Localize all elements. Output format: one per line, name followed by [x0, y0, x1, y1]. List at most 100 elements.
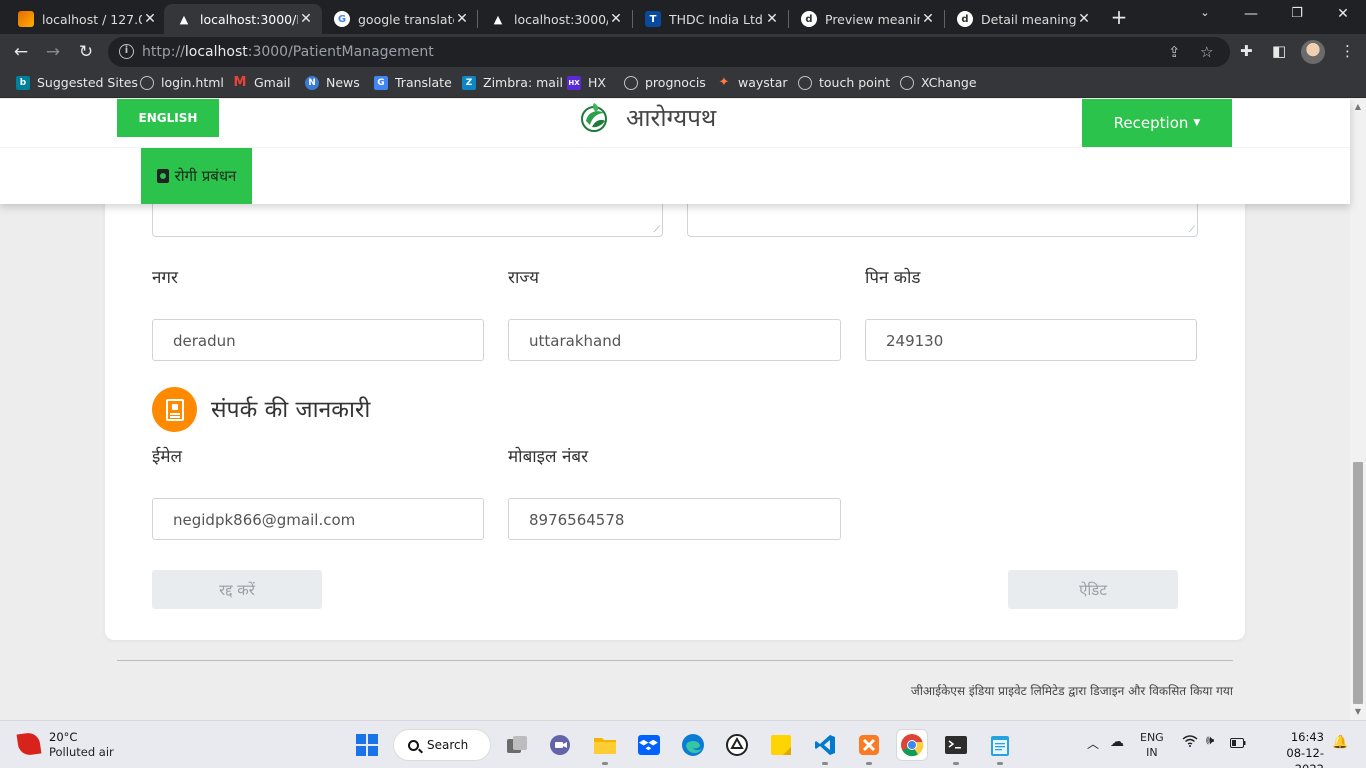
task-view-icon — [507, 736, 527, 753]
terminal-button[interactable] — [941, 730, 971, 765]
share-icon[interactable]: ⇪ — [1168, 43, 1181, 61]
back-icon[interactable]: ← — [10, 41, 32, 63]
browser-tab[interactable]: G google translate ✕ — [322, 4, 478, 34]
city-input[interactable]: deradun — [152, 319, 484, 361]
side-panel-icon[interactable]: ◧ — [1272, 42, 1286, 60]
start-button[interactable] — [352, 730, 382, 760]
weather-cloud-icon[interactable]: ☁ — [1110, 734, 1124, 750]
battery-icon[interactable] — [1230, 737, 1246, 751]
bookmark-prognocis[interactable]: prognocis — [624, 75, 706, 90]
pin-code-input[interactable]: 249130 — [865, 319, 1197, 361]
speaker-icon[interactable]: 🕪 — [1206, 733, 1214, 748]
state-input[interactable]: uttarakhand — [508, 319, 841, 361]
bookmark-label: HX — [588, 75, 606, 90]
dropbox-button[interactable] — [634, 730, 664, 760]
bookmark-label: prognocis — [645, 75, 706, 90]
app-button[interactable] — [722, 730, 752, 760]
edge-button[interactable] — [678, 730, 708, 760]
bookmark-gmail[interactable]: M Gmail — [233, 75, 291, 90]
scrollbar-thumb[interactable] — [1353, 462, 1363, 704]
tab-title: Detail meaning in — [981, 11, 1076, 27]
close-icon[interactable]: ✕ — [920, 11, 936, 27]
notification-icon[interactable]: 🔔 — [1332, 735, 1348, 750]
app-logo[interactable]: आरोग्यपथ — [578, 99, 716, 135]
bookmark-waystar[interactable]: ✦ waystar — [717, 75, 788, 90]
teams-icon — [550, 735, 570, 755]
bookmark-suggested-sites[interactable]: b Suggested Sites — [16, 75, 138, 90]
file-explorer-button[interactable] — [590, 730, 620, 765]
browser-tab[interactable]: ▲ localhost:3000/Pa ✕ — [478, 4, 632, 34]
chrome-button[interactable] — [897, 730, 927, 760]
bookmark-zimbra[interactable]: Z Zimbra: mail — [462, 75, 563, 90]
close-icon[interactable]: ✕ — [608, 11, 624, 27]
mobile-field[interactable]: 8976564578 — [508, 498, 841, 540]
weather-widget[interactable]: 20°C Polluted air — [16, 730, 114, 759]
close-window-icon[interactable]: ✕ — [1333, 6, 1353, 22]
chevron-up-icon[interactable]: ︿ — [1087, 735, 1099, 752]
bookmark-login[interactable]: login.html — [140, 75, 224, 90]
dropbox-icon — [638, 735, 660, 755]
taskbar-search[interactable]: Search — [393, 729, 491, 761]
close-icon[interactable]: ✕ — [1076, 11, 1092, 27]
email-label: ईमेल — [152, 447, 183, 467]
globe-icon — [624, 75, 638, 90]
xampp-button[interactable] — [854, 730, 884, 765]
profile-avatar[interactable] — [1301, 40, 1325, 64]
close-icon[interactable]: ✕ — [764, 11, 780, 27]
teams-chat-button[interactable] — [545, 730, 575, 760]
browser-tab[interactable]: d Detail meaning in ✕ — [945, 4, 1100, 34]
system-clock[interactable]: 16:43 08-12-2022 — [1262, 729, 1324, 768]
wifi-icon[interactable] — [1182, 735, 1198, 750]
task-view-button[interactable] — [502, 730, 532, 760]
scroll-down-icon[interactable]: ▼ — [1353, 707, 1363, 717]
mobile-label: मोबाइल नंबर — [508, 447, 589, 467]
windows-taskbar: 20°C Polluted air Search ︿ ☁ ENG IN 🕪 16… — [0, 720, 1366, 768]
bookmark-translate[interactable]: G Translate — [374, 75, 452, 90]
info-icon[interactable]: i — [119, 44, 134, 59]
sticky-notes-button[interactable] — [766, 730, 796, 760]
close-icon[interactable]: ✕ — [298, 11, 314, 27]
address-bar[interactable]: i http://localhost:3000/PatientManagemen… — [108, 37, 1230, 67]
browser-tab[interactable]: d Preview meaning ✕ — [789, 4, 944, 34]
close-icon[interactable]: ✕ — [142, 11, 158, 27]
cancel-button[interactable]: रद्द करें — [152, 570, 322, 609]
reception-dropdown[interactable]: Reception ▼ — [1082, 99, 1232, 147]
browser-tab[interactable]: localhost / 127.0.0 ✕ — [6, 4, 166, 34]
news-icon: N — [305, 75, 319, 90]
notepad-button[interactable] — [985, 730, 1015, 765]
forward-icon[interactable]: → — [42, 41, 64, 63]
bookmark-xchange[interactable]: XChange — [900, 75, 977, 90]
bookmark-hx[interactable]: HX HX — [567, 75, 606, 90]
tab-title: localhost / 127.0.0 — [42, 11, 142, 27]
reload-icon[interactable]: ↻ — [75, 41, 97, 63]
restore-icon[interactable]: ❐ — [1287, 6, 1307, 21]
email-field[interactable]: negidpk866@gmail.com — [152, 498, 484, 540]
web-page: ⟋ ⟋ नगर राज्य पिन कोड deradun uttarakhan… — [0, 99, 1366, 720]
lang-code: ENG — [1140, 731, 1164, 744]
minimize-icon[interactable]: — — [1241, 6, 1261, 22]
tab-search-icon[interactable]: ⌄ — [1195, 6, 1215, 19]
nav-patient-management[interactable]: रोगी प्रबंधन — [141, 148, 252, 204]
bookmark-news[interactable]: N News — [305, 75, 360, 90]
browser-tab[interactable]: T THDC India Ltd. ✕ — [633, 4, 788, 34]
bookmark-star-icon[interactable]: ☆ — [1200, 43, 1213, 61]
language-button[interactable]: ENGLISH — [117, 99, 219, 137]
scroll-up-icon[interactable]: ▲ — [1353, 102, 1363, 112]
clock-time: 16:43 — [1290, 730, 1324, 744]
menu-kebab-icon[interactable]: ⋮ — [1340, 42, 1355, 60]
url-text[interactable]: http://localhost:3000/PatientManagement — [142, 44, 434, 60]
input-language[interactable]: ENG IN — [1140, 730, 1164, 760]
resize-handle-icon[interactable]: ⟋ — [1189, 225, 1195, 235]
resize-handle-icon[interactable]: ⟋ — [654, 225, 660, 235]
page-scrollbar[interactable]: ▲ ▼ — [1350, 99, 1366, 720]
vscode-button[interactable] — [810, 730, 840, 765]
edit-button[interactable]: ऐडिट — [1008, 570, 1178, 609]
bookmark-touch-point[interactable]: touch point — [798, 75, 890, 90]
tab-title: localhost:3000/Pa — [514, 11, 608, 27]
close-icon[interactable]: ✕ — [454, 11, 470, 27]
caret-down-icon: ▼ — [1193, 118, 1201, 128]
browser-tab-active[interactable]: ▲ localhost:3000/Pa ✕ — [164, 4, 322, 34]
extensions-icon[interactable]: ✚ — [1240, 42, 1253, 60]
browser-tab-strip: localhost / 127.0.0 ✕ ▲ localhost:3000/P… — [0, 0, 1366, 34]
new-tab-button[interactable]: + — [1108, 5, 1130, 29]
